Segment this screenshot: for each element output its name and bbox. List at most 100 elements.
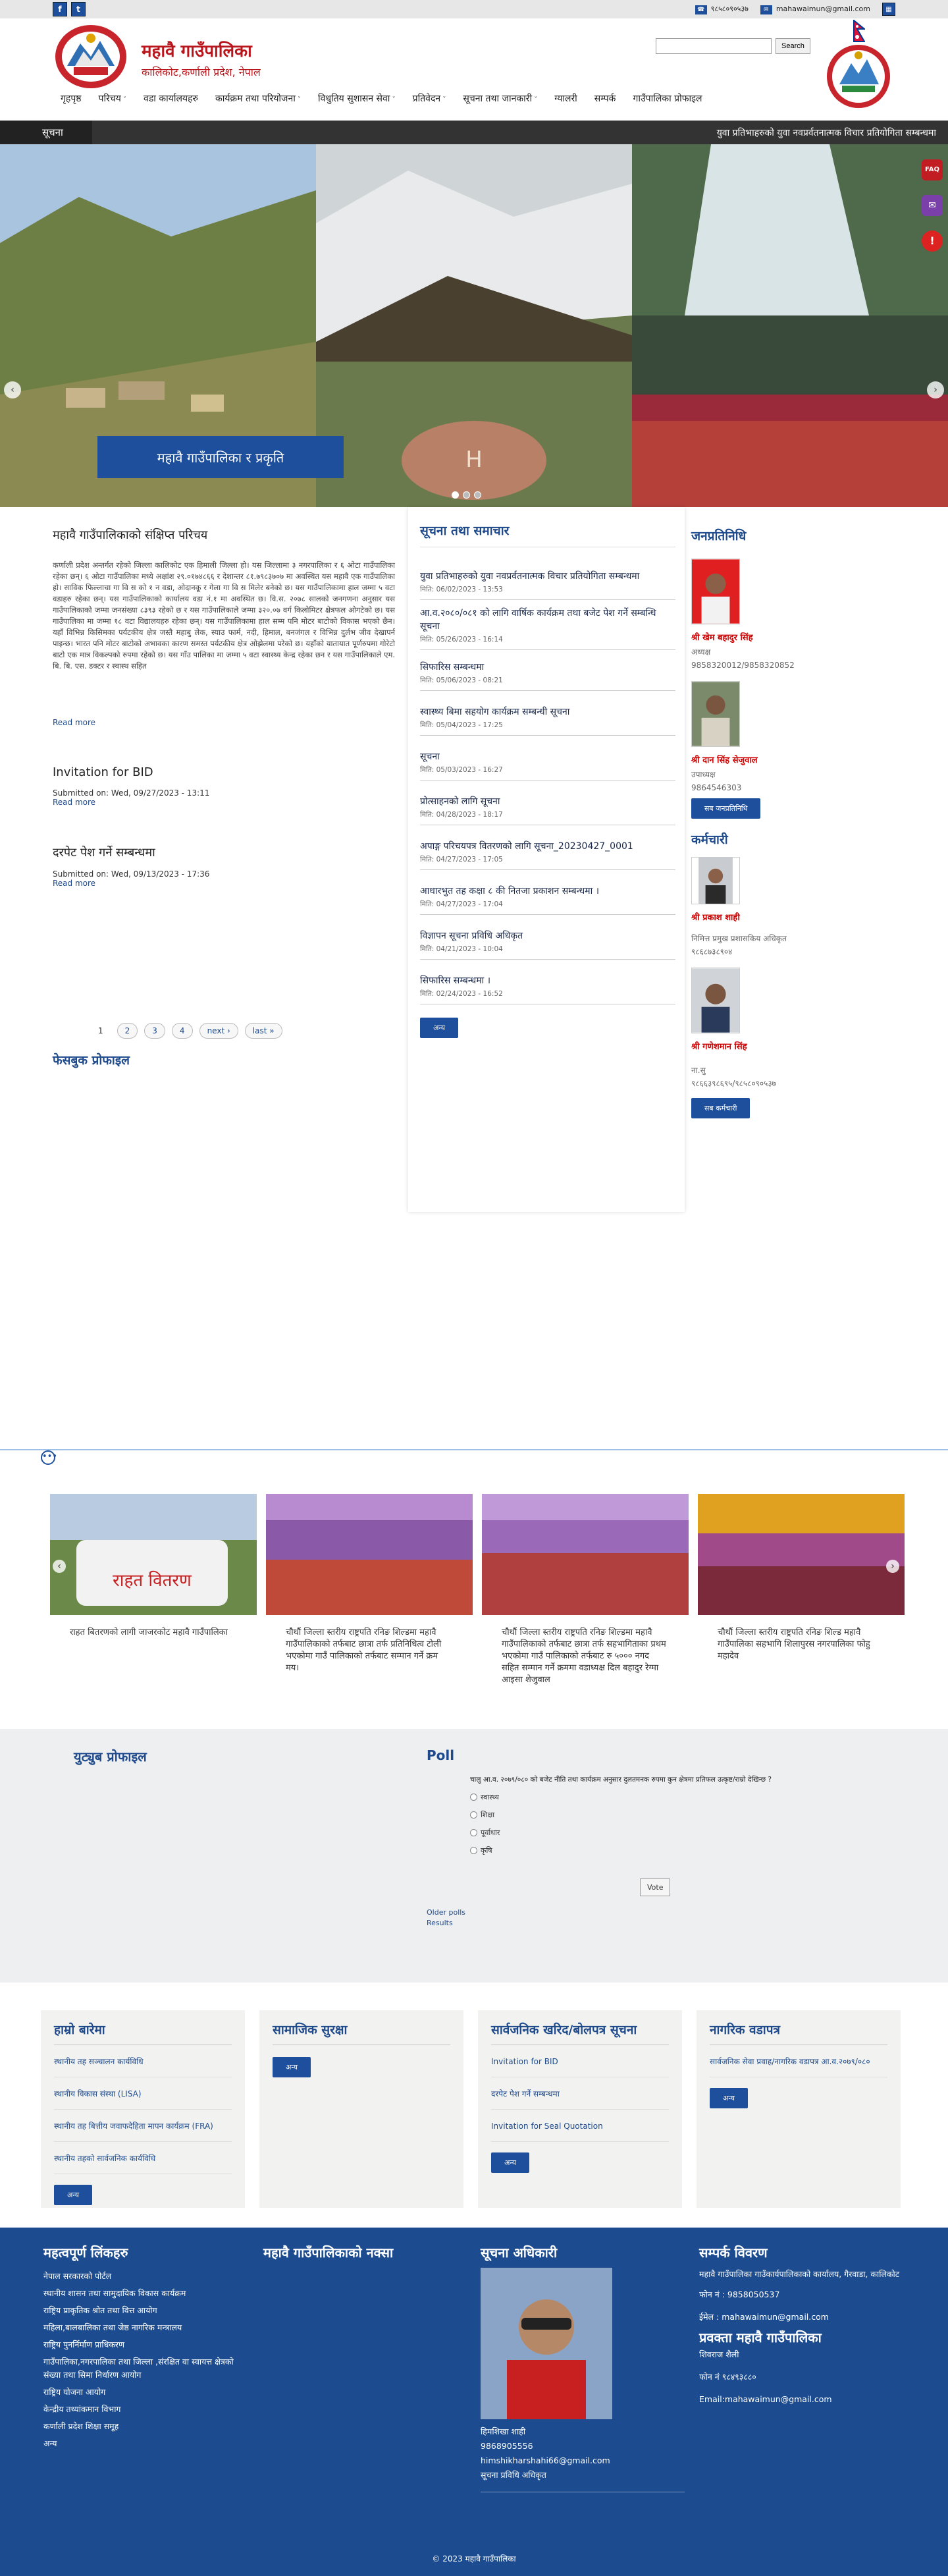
page-link[interactable]: 4: [171, 1023, 193, 1039]
faq-icon[interactable]: FAQ: [922, 159, 943, 180]
poll-radio[interactable]: [470, 1847, 477, 1854]
footer-link[interactable]: राष्ट्रिय प्राकृतिक श्रोत तथा वित्त आयोग: [43, 2302, 241, 2319]
notice-marquee[interactable]: युवा प्रतिभाहरुको युवा नवप्रर्वतनात्मक व…: [717, 126, 936, 139]
post-read-more-link[interactable]: Read more: [53, 798, 95, 807]
poll-option-label[interactable]: स्वास्थ्य: [481, 1792, 499, 1802]
intro-read-more-link[interactable]: Read more: [53, 718, 95, 727]
poll-option[interactable]: कृषि: [470, 1846, 772, 1855]
slider-next-button[interactable]: ›: [927, 381, 944, 398]
person-name[interactable]: श्री दान सिंह सेजुवाल: [691, 754, 830, 765]
nav-item-intro[interactable]: परिचय: [99, 92, 136, 105]
slider-dot[interactable]: [452, 491, 459, 499]
footer-link[interactable]: अन्य: [43, 2435, 241, 2452]
gallery-photo[interactable]: [266, 1494, 473, 1615]
box-link[interactable]: स्थानीय तह सञ्चालन कार्यविधि: [54, 2045, 232, 2077]
news-item-title[interactable]: स्वास्थ्य बिमा सहयोग कार्यक्रम सम्बन्धी …: [420, 705, 675, 719]
person-name[interactable]: श्री गणेशमान सिंह: [691, 1040, 830, 1052]
nav-item-profile[interactable]: गाउँपालिका प्रोफाइल: [633, 92, 711, 105]
poll-option[interactable]: स्वास्थ्य: [470, 1792, 772, 1802]
poll-radio[interactable]: [470, 1811, 477, 1819]
poll-results-link[interactable]: Results: [427, 1919, 453, 1927]
government-logo-icon[interactable]: [54, 24, 128, 90]
spokesperson-email[interactable]: Email:mahawaimun@gmail.com: [699, 2391, 916, 2408]
older-polls-link[interactable]: Older polls: [427, 1908, 465, 1917]
slider-dot[interactable]: [474, 491, 481, 499]
nav-item-ward-offices[interactable]: वडा कार्यालयहरु: [144, 92, 207, 105]
poll-option-label[interactable]: पूर्वाधार: [481, 1828, 500, 1838]
gallery-item[interactable]: चौथौं जिल्ला स्तरीय राष्ट्रपति रनिङ शिल्…: [698, 1494, 905, 1662]
gallery-item[interactable]: राहत वितरण राहत बितरणको लागी जाजरकोट महा…: [50, 1494, 257, 1639]
news-more-button[interactable]: अन्य: [420, 1018, 459, 1038]
page-next-link[interactable]: next ›: [199, 1023, 238, 1039]
slider-dot[interactable]: [463, 491, 470, 499]
news-item[interactable]: आधारभुत तह कक्षा ८ की नितजा प्रकाशन सम्ब…: [420, 870, 675, 915]
nav-item-info[interactable]: सूचना तथा जानकारी: [463, 92, 546, 105]
news-item-title[interactable]: सिफारिस सम्बन्धमा ।: [420, 974, 675, 987]
box-link[interactable]: Invitation for BID: [491, 2045, 669, 2077]
gallery-caption[interactable]: राहत बितरणको लागी जाजरकोट महावै गाउँपालि…: [50, 1627, 257, 1639]
gallery-caption[interactable]: चौथौं जिल्ला स्तरीय राष्ट्रपति रनिङ शिल्…: [266, 1627, 473, 1674]
nav-item-e-governance[interactable]: विधुतिय सुशासन सेवा: [318, 92, 405, 105]
page-link[interactable]: 3: [144, 1023, 165, 1039]
box-more-button[interactable]: अन्य: [491, 2152, 530, 2173]
news-item[interactable]: स्वास्थ्य बिमा सहयोग कार्यक्रम सम्बन्धी …: [420, 691, 675, 736]
contact-email[interactable]: ईमेल : mahawaimun@gmail.com: [699, 2309, 916, 2326]
sitemap-icon[interactable]: ▦: [882, 3, 895, 16]
site-title[interactable]: महावै गाउँपालिका कालिकोट,कर्णाली प्रदेश,…: [142, 38, 261, 79]
post-title[interactable]: दरपेट पेश गर्ने सम्बन्धमा: [53, 844, 395, 860]
page-last-link[interactable]: last »: [244, 1023, 282, 1039]
gallery-photo[interactable]: राहत वितरण: [50, 1494, 257, 1615]
news-item-title[interactable]: प्रोत्साहनको लागि सूचना: [420, 795, 675, 808]
twitter-icon[interactable]: t: [71, 2, 86, 16]
all-representatives-button[interactable]: सब जनप्रतिनिधि: [691, 798, 761, 819]
nav-item-home[interactable]: गृहपृष्ठ: [61, 92, 91, 105]
nav-item-reports[interactable]: प्रतिवेदन: [413, 92, 456, 105]
news-item[interactable]: सूचना मिति: 05/03/2023 - 16:27: [420, 736, 675, 781]
footer-link[interactable]: महिला,बालबालिका तथा जेष्ठ नागरिक मन्त्रा…: [43, 2319, 241, 2336]
box-more-button[interactable]: अन्य: [273, 2057, 311, 2077]
intro-title[interactable]: महावै गाउँपालिकाको संक्षिप्त परिचय: [53, 527, 395, 543]
news-item[interactable]: युवा प्रतिभाहरुको युवा नवप्रर्वतनात्मक व…: [420, 563, 675, 600]
message-icon[interactable]: ✉: [922, 195, 943, 216]
gallery-photo[interactable]: [482, 1494, 689, 1615]
footer-link[interactable]: राष्ट्रिय योजना आयोग: [43, 2384, 241, 2401]
box-more-button[interactable]: अन्य: [710, 2088, 749, 2108]
box-link[interactable]: स्थानीय विकास संस्था (LISA): [54, 2077, 232, 2110]
post-read-more-link[interactable]: Read more: [53, 879, 95, 888]
box-link[interactable]: स्थानीय तहको सार्वजनिक कार्यविधि: [54, 2142, 232, 2174]
footer-link[interactable]: केन्द्रीय तथ्यांकमान विभाग: [43, 2401, 241, 2418]
footer-link[interactable]: स्थानीय शासन तथा सामुदायिक विकास कार्यक्…: [43, 2285, 241, 2302]
footer-link[interactable]: गाउँपालिका,नगरपालिका तथा जिल्ला ,संरक्षि…: [43, 2353, 241, 2384]
news-item-title[interactable]: आधारभुत तह कक्षा ८ की नितजा प्रकाशन सम्ब…: [420, 885, 675, 898]
news-item-title[interactable]: सिफारिस सम्बन्धमा: [420, 661, 675, 674]
poll-option-label[interactable]: कृषि: [481, 1846, 492, 1855]
poll-option[interactable]: शिक्षा: [470, 1810, 772, 1820]
search-button[interactable]: Search: [776, 38, 810, 54]
news-item-title[interactable]: युवा प्रतिभाहरुको युवा नवप्रर्वतनात्मक व…: [420, 570, 675, 583]
page-link[interactable]: 2: [117, 1023, 138, 1039]
facebook-icon[interactable]: f: [53, 2, 67, 16]
gallery-caption[interactable]: चौथौं जिल्ला स्तरीय राष्ट्रपति रनिङ शिल्…: [482, 1627, 689, 1686]
news-item[interactable]: विज्ञापन सूचना प्रविधि अधिकृत मिति: 04/21…: [420, 915, 675, 960]
poll-radio[interactable]: [470, 1794, 477, 1801]
gallery-prev-button[interactable]: ‹: [53, 1560, 66, 1573]
footer-link[interactable]: नेपाल सरकारको पोर्टल: [43, 2268, 241, 2285]
news-item-title[interactable]: आ.व.२०८०/०८१ को लागि वार्षिक कार्यक्रम त…: [420, 607, 675, 633]
box-more-button[interactable]: अन्य: [54, 2185, 93, 2205]
box-link[interactable]: दरपेट पेश गर्ने सम्बन्धमा: [491, 2077, 669, 2110]
site-name[interactable]: महावै गाउँपालिका: [142, 38, 261, 62]
person-name[interactable]: श्री प्रकाश शाही: [691, 911, 830, 923]
post-title[interactable]: Invitation for BID: [53, 765, 395, 779]
footer-link[interactable]: राष्ट्रिय पुनर्निर्माण प्राधिकरण: [43, 2336, 241, 2353]
news-item[interactable]: सिफारिस सम्बन्धमा मिति: 05/06/2023 - 08:2…: [420, 650, 675, 691]
gallery-next-button[interactable]: ›: [886, 1560, 899, 1573]
gallery-item[interactable]: चौथौं जिल्ला स्तरीय राष्ट्रपति रनिङ शिल्…: [482, 1494, 689, 1686]
box-link[interactable]: सार्वजनिक सेवा प्रवाह/नागरिक वडापत्र आ.व…: [710, 2045, 887, 2077]
topbar-email[interactable]: ✉ mahawaimun@gmail.com: [760, 5, 870, 14]
footer-link[interactable]: कर्णाली प्रदेश शिक्षा समूह: [43, 2418, 241, 2435]
news-item[interactable]: प्रोत्साहनको लागि सूचना मिति: 04/28/2023 …: [420, 781, 675, 825]
slider-prev-button[interactable]: ‹: [4, 381, 21, 398]
poll-option[interactable]: पूर्वाधार: [470, 1828, 772, 1838]
nav-item-programs[interactable]: कार्यक्रम तथा परियोजना: [215, 92, 310, 105]
info-officer-email[interactable]: himshikharshahi66@gmail.com: [481, 2453, 685, 2468]
